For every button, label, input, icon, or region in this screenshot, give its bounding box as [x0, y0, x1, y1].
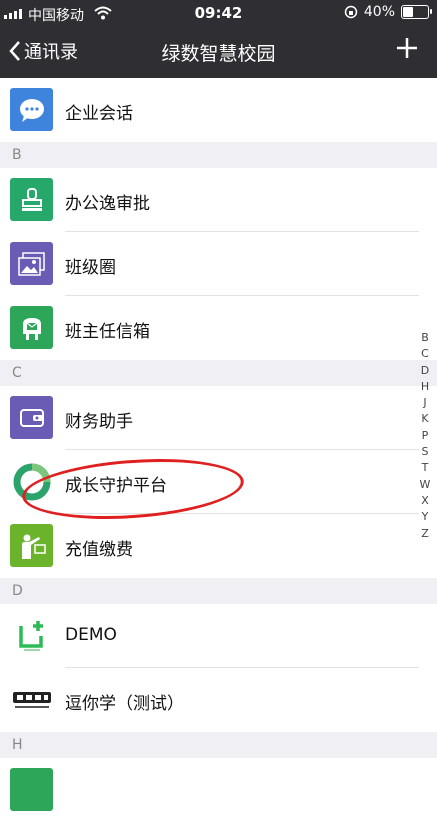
index-letter[interactable]: J	[417, 395, 433, 411]
list-item-demo[interactable]: DEMO	[0, 604, 437, 668]
list-item-class-circle[interactable]: 班级圈	[0, 232, 437, 296]
list-item-label: 财务助手	[65, 412, 133, 432]
index-letter[interactable]: W	[417, 477, 433, 493]
nav-bar: 通讯录 绿数智慧校园	[0, 28, 437, 78]
app-icon	[10, 768, 53, 811]
list-item-doni-learn[interactable]: 逗你学（测试）	[0, 668, 437, 732]
index-letter[interactable]: T	[417, 460, 433, 476]
page-title: 绿数智慧校园	[161, 43, 276, 65]
index-letter[interactable]: H	[417, 379, 433, 395]
list-item-wechat[interactable]: 企业会话	[0, 78, 437, 142]
doni-logo-icon	[10, 678, 53, 721]
mailbox-icon	[10, 306, 53, 349]
section-header-c: C	[0, 360, 437, 386]
index-letter[interactable]: B	[417, 330, 433, 346]
status-right: 40%	[344, 4, 432, 20]
plus-icon[interactable]	[395, 34, 419, 68]
list-item-approve[interactable]: 办公逸审批	[0, 168, 437, 232]
demo-logo-icon	[10, 614, 53, 657]
index-letter[interactable]: D	[417, 363, 433, 379]
index-letter[interactable]: Z	[417, 526, 433, 542]
section-header-d: D	[0, 578, 437, 604]
battery-percent: 40%	[363, 4, 395, 20]
index-letter[interactable]: Y	[417, 509, 433, 525]
list-item-recharge[interactable]: 充值缴费	[0, 514, 437, 578]
status-bar: 中国移动 09:42 40%	[0, 0, 437, 28]
app-list: 企业会话 B 办公逸审批 班级圈 班主任信箱 C 财务助手 成长守护平台 充值缴…	[0, 78, 437, 822]
index-letter[interactable]: S	[417, 444, 433, 460]
index-letter[interactable]: K	[417, 411, 433, 427]
top-bar: 中国移动 09:42 40% 通讯录 绿数智慧校园	[0, 0, 437, 78]
list-item-label: 企业会话	[65, 104, 133, 124]
index-letter[interactable]: C	[417, 346, 433, 362]
list-item-label: 充值缴费	[65, 540, 133, 560]
list-item-finance[interactable]: 财务助手	[0, 386, 437, 450]
alphabet-index[interactable]: B C D H J K P S T W X Y Z	[417, 330, 433, 542]
list-item-label: 逗你学（测试）	[65, 694, 184, 714]
section-header-h: H	[0, 732, 437, 758]
section-header-b: B	[0, 142, 437, 168]
list-item-label: 班级圈	[65, 258, 116, 278]
list-item-label: 办公逸审批	[65, 194, 150, 214]
stamp-icon	[10, 178, 53, 221]
list-item-label: DEMO	[65, 625, 117, 645]
list-item-partial[interactable]	[0, 758, 437, 822]
list-item-mailbox[interactable]: 班主任信箱	[0, 296, 437, 360]
rotation-lock-icon	[344, 5, 358, 19]
chat-bubble-icon	[10, 88, 53, 131]
photo-gallery-icon	[10, 242, 53, 285]
index-letter[interactable]: P	[417, 428, 433, 444]
list-item-label: 班主任信箱	[65, 322, 150, 342]
wallet-icon	[10, 396, 53, 439]
battery-icon	[401, 5, 432, 19]
index-letter[interactable]: X	[417, 493, 433, 509]
teacher-board-icon	[10, 524, 53, 567]
